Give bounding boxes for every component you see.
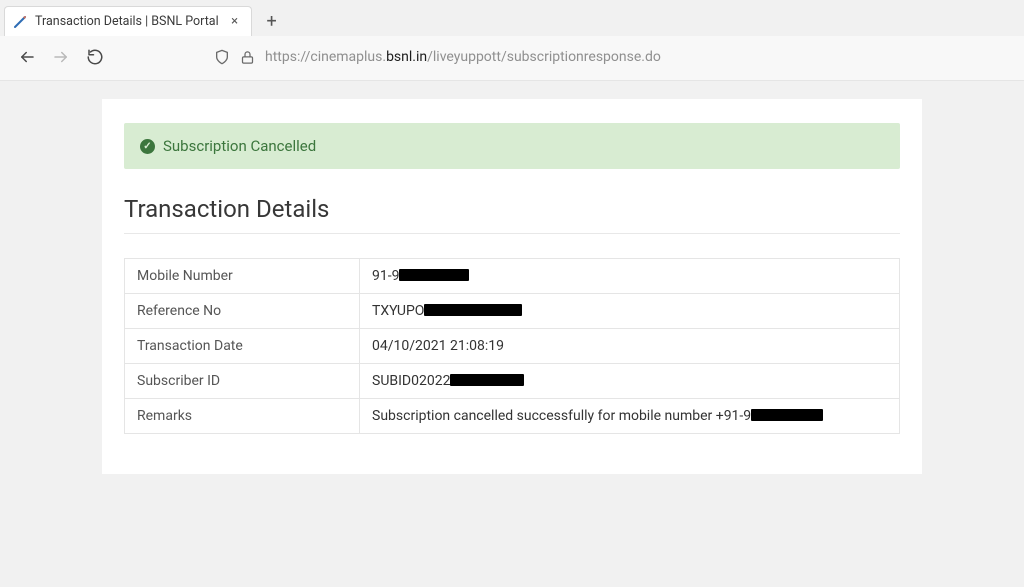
lock-icon (240, 50, 255, 65)
row-label: Remarks (125, 399, 360, 434)
new-tab-button[interactable]: + (258, 7, 286, 35)
transaction-details-table: Mobile Number 91-9 Reference No TXYUPO T… (124, 258, 900, 434)
row-label: Mobile Number (125, 259, 360, 294)
value-prefix: SUBID02022 (372, 373, 450, 389)
alert-text: Subscription Cancelled (163, 137, 316, 155)
browser-tab-active[interactable]: Transaction Details | BSNL Portal × (4, 6, 252, 36)
content-card: ✓ Subscription Cancelled Transaction Det… (102, 99, 922, 474)
tab-title: Transaction Details | BSNL Portal (35, 14, 219, 29)
table-row-subid: Subscriber ID SUBID02022 (125, 364, 900, 399)
tab-close-button[interactable]: × (227, 14, 243, 30)
row-value: SUBID02022 (360, 364, 900, 399)
redacted-block (751, 409, 823, 421)
check-circle-icon: ✓ (140, 139, 155, 154)
value-prefix: TXYUPO (372, 303, 424, 319)
table-row-mobile: Mobile Number 91-9 (125, 259, 900, 294)
browser-toolbar: https://cinemaplus.bsnl.in/liveyuppott/s… (0, 36, 1024, 80)
forward-button[interactable] (48, 44, 74, 70)
value-prefix: 91-9 (372, 268, 399, 284)
url-pre: https://cinemaplus. (265, 49, 386, 65)
favicon-icon (13, 15, 27, 29)
redacted-block (399, 269, 469, 281)
value-prefix: Subscription cancelled successfully for … (372, 408, 751, 424)
url-bar[interactable]: https://cinemaplus.bsnl.in/liveyuppott/s… (214, 49, 1012, 65)
row-label: Subscriber ID (125, 364, 360, 399)
row-value: 04/10/2021 21:08:19 (360, 329, 900, 364)
table-row-refno: Reference No TXYUPO (125, 294, 900, 329)
page-title: Transaction Details (124, 195, 900, 234)
url-text: https://cinemaplus.bsnl.in/liveyuppott/s… (265, 49, 661, 65)
browser-chrome: Transaction Details | BSNL Portal × + ht… (0, 0, 1024, 81)
reload-button[interactable] (82, 44, 108, 70)
row-value: Subscription cancelled successfully for … (360, 399, 900, 434)
row-value: TXYUPO (360, 294, 900, 329)
back-button[interactable] (14, 44, 40, 70)
row-value: 91-9 (360, 259, 900, 294)
url-path: /liveyuppott/subscriptionresponse.do (427, 49, 661, 65)
success-alert: ✓ Subscription Cancelled (124, 123, 900, 169)
row-label: Transaction Date (125, 329, 360, 364)
redacted-block (424, 304, 522, 316)
url-host: bsnl.in (386, 49, 427, 65)
table-row-remarks: Remarks Subscription cancelled successfu… (125, 399, 900, 434)
page-viewport: ✓ Subscription Cancelled Transaction Det… (0, 81, 1024, 584)
row-label: Reference No (125, 294, 360, 329)
redacted-block (450, 374, 524, 386)
tab-strip: Transaction Details | BSNL Portal × + (0, 0, 1024, 36)
shield-icon (214, 49, 230, 65)
table-row-txdate: Transaction Date 04/10/2021 21:08:19 (125, 329, 900, 364)
